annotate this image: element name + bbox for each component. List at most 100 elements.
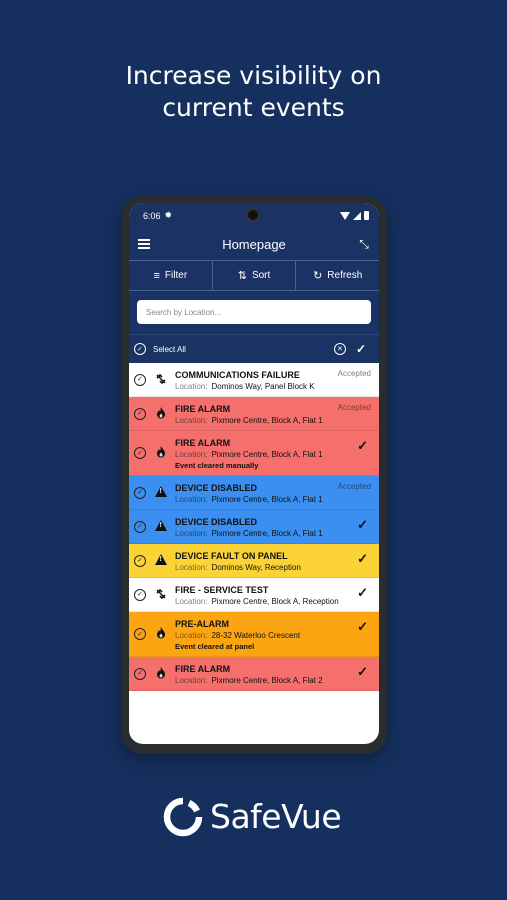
event-row[interactable]: ✓ FIRE - SERVICE TEST Location: Pixmore Cen…: [129, 578, 379, 612]
row-select-icon[interactable]: ✓: [134, 407, 146, 420]
location-value: Pixmore Centre, Block A, Flat 1: [211, 495, 323, 504]
row-select-icon[interactable]: ✓: [134, 667, 146, 680]
select-all-bar: ✓ Select All ✕ ✓: [129, 334, 379, 363]
refresh-icon: ↻: [313, 270, 323, 282]
location-label: Location:: [175, 529, 208, 538]
warning-icon: [155, 519, 167, 532]
confirm-check-icon[interactable]: ✓: [356, 343, 366, 355]
status-time: 6:06: [143, 210, 161, 221]
event-title: DEVICE DISABLED: [175, 517, 258, 527]
row-select-icon[interactable]: ✓: [134, 588, 146, 601]
event-note: Event cleared at panel: [175, 642, 255, 651]
event-location: Location: Pixmore Centre, Block A, Flat 1: [175, 528, 371, 539]
flame-icon: [155, 627, 167, 639]
search-input[interactable]: [137, 300, 371, 324]
event-row[interactable]: ✓DEVICE DISABLEDLocation:Pixmore Centre,…: [129, 476, 379, 510]
logo-word-safe: Safe: [210, 797, 282, 836]
event-title: PRE-ALARM: [175, 619, 229, 629]
refresh-button[interactable]: ↻ Refresh: [296, 261, 379, 290]
accept-check-icon[interactable]: ✓: [357, 619, 368, 635]
clear-selection-icon[interactable]: ✕: [333, 343, 346, 355]
event-row[interactable]: ✓ FIRE ALARM Location: Pixmore Centre, Bloc…: [129, 431, 379, 476]
select-all-label[interactable]: Select All: [153, 345, 186, 354]
location-label: Location:: [175, 495, 208, 504]
headline: Increase visibility on current events: [0, 60, 507, 124]
app-bar: Homepage ⤡: [129, 228, 379, 260]
gear-icon: ✹: [164, 210, 173, 220]
logo-wordmark: SafeVue: [210, 797, 342, 837]
location-value: Pixmore Centre, Block A, Flat 1: [211, 450, 323, 459]
page-title: Homepage: [222, 236, 286, 252]
location-label: Location:: [175, 416, 208, 425]
status-badge: Accepted: [337, 403, 371, 412]
filter-icon: ≡: [153, 269, 160, 282]
event-location: Location: Pixmore Centre, Block A, Recept…: [175, 596, 371, 607]
signal-icon: [353, 211, 361, 220]
select-all-check-icon[interactable]: ✓: [134, 343, 146, 355]
comms-failure-icon: [155, 373, 167, 385]
phone-screen: 6:06 ✹ Homepage ⤡ ≡ Filter ⇅ Sort ↻ Refr…: [129, 203, 379, 744]
battery-icon: [364, 211, 369, 220]
row-select-icon[interactable]: ✓: [134, 520, 146, 533]
event-row[interactable]: ✓ COMMUNICATIONS FAILURE Location: Dominos …: [129, 363, 379, 397]
status-badge: Accepted: [337, 482, 371, 491]
event-row[interactable]: ✓ FIRE ALARM Location: Pixmore Centre, Bloc…: [129, 657, 379, 691]
event-location: Location: Pixmore Centre, Block A, Flat 1: [175, 415, 371, 426]
location-label: Location:: [175, 631, 208, 640]
accept-check-icon[interactable]: ✓: [357, 438, 368, 454]
status-icons: [340, 211, 369, 220]
accept-check-icon[interactable]: ✓: [357, 585, 368, 601]
safevue-logo: SafeVue: [163, 797, 342, 837]
event-row[interactable]: ✓ DEVICE FAULT ON PANEL Location:Dominos W…: [129, 544, 379, 578]
row-select-icon[interactable]: ✓: [134, 554, 146, 567]
logo-word-vue: Vue: [281, 797, 342, 836]
sort-label: Sort: [251, 270, 271, 281]
event-row[interactable]: ✓ FIRE ALARM Location: Pixmore Centre, Bloc…: [129, 397, 379, 431]
accept-check-icon[interactable]: ✓: [357, 551, 368, 567]
row-select-icon[interactable]: ✓: [134, 486, 146, 499]
filter-button[interactable]: ≡ Filter: [129, 261, 213, 290]
warning-icon: [155, 553, 167, 566]
event-location: Location: Pixmore Centre, Block A, Flat 2: [175, 675, 371, 686]
collapse-icon[interactable]: ⤡: [358, 237, 370, 252]
event-title: FIRE ALARM: [175, 438, 231, 448]
headline-line-2: current events: [162, 93, 345, 122]
event-location: Location: 28-32 Waterloo Crescent: [175, 630, 371, 641]
headline-line-1: Increase visibility on: [125, 61, 382, 90]
event-location: Location: Dominos Way, Panel Block K: [175, 381, 371, 392]
event-note: Event cleared manually: [175, 461, 259, 470]
location-label: Location:: [175, 450, 208, 459]
menu-icon[interactable]: [138, 239, 150, 249]
camera-icon: [246, 208, 260, 222]
location-label: Location:: [175, 382, 208, 391]
flame-icon: [155, 446, 167, 458]
search-bar: [129, 291, 379, 334]
location-value: 28-32 Waterloo Crescent: [211, 631, 301, 640]
location-value: Pixmore Centre, Block A, Flat 1: [211, 416, 323, 425]
phone-frame: 6:06 ✹ Homepage ⤡ ≡ Filter ⇅ Sort ↻ Refr…: [121, 196, 387, 754]
location-label: Location:: [175, 597, 208, 606]
row-select-icon[interactable]: ✓: [134, 373, 146, 386]
event-location: Location: Pixmore Centre, Block A, Flat 1: [175, 494, 371, 505]
location-value: Dominos Way, Reception: [211, 563, 301, 572]
accept-check-icon[interactable]: ✓: [357, 664, 368, 680]
location-label: Location:: [175, 563, 208, 572]
filter-label: Filter: [164, 270, 188, 281]
event-row[interactable]: ✓DEVICE DISABLEDLocation:Pixmore Centre,…: [129, 510, 379, 544]
location-value: Pixmore Centre, Block A, Flat 2: [211, 676, 323, 685]
sort-icon: ⇅: [237, 270, 247, 282]
flame-icon: [155, 406, 167, 419]
event-title: DEVICE FAULT ON PANEL: [175, 551, 288, 561]
event-list: ✓ COMMUNICATIONS FAILURE Location: Dominos …: [129, 363, 379, 691]
event-row[interactable]: ✓ PRE-ALARM Location: 28-32 Waterloo Cresce…: [129, 612, 379, 657]
refresh-label: Refresh: [327, 270, 363, 281]
toolbar: ≡ Filter ⇅ Sort ↻ Refresh: [129, 260, 379, 291]
row-select-icon[interactable]: ✓: [134, 628, 146, 640]
location-value: Dominos Way, Panel Block K: [211, 382, 315, 391]
warning-icon: [155, 485, 167, 498]
safevue-logo-mark-icon: [163, 797, 203, 837]
sort-button[interactable]: ⇅ Sort: [213, 261, 297, 290]
accept-check-icon[interactable]: ✓: [357, 517, 368, 533]
location-value: Pixmore Centre, Block A, Flat 1: [211, 529, 323, 538]
row-select-icon[interactable]: ✓: [134, 447, 146, 459]
